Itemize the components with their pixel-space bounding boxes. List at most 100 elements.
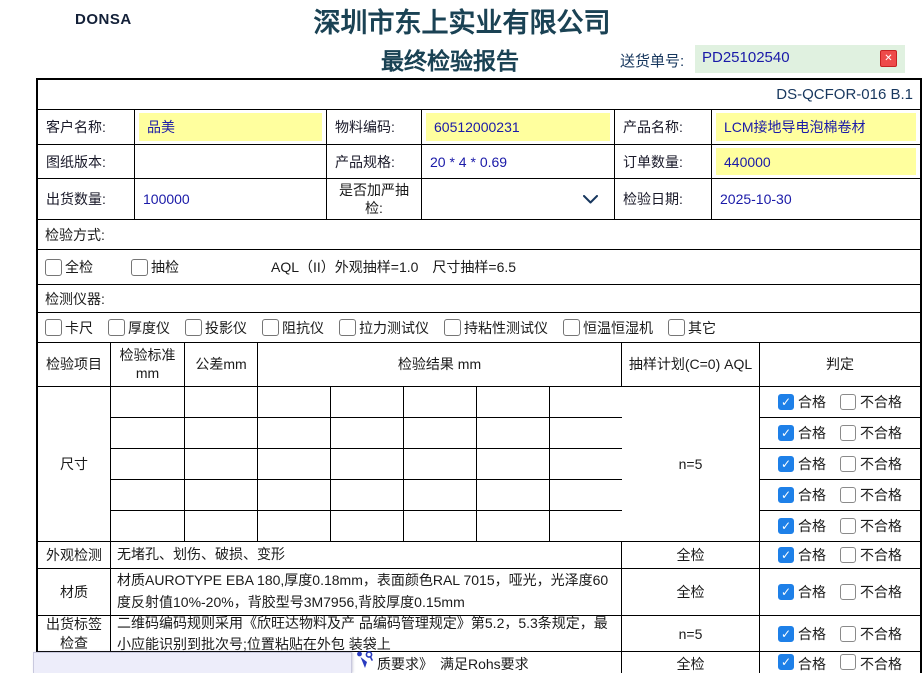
measure-cell[interactable]	[550, 511, 622, 542]
company-name: 深圳市东上实业有限公司	[0, 1, 924, 40]
fail-checkbox[interactable]	[840, 547, 856, 563]
measure-cell[interactable]	[331, 449, 404, 480]
measure-cell[interactable]	[550, 449, 622, 480]
measure-cell[interactable]	[404, 449, 477, 480]
instrument-impedance[interactable]: 阻抗仪	[262, 318, 324, 338]
chevron-down-icon[interactable]	[583, 195, 598, 204]
instrument-other[interactable]: 其它	[668, 318, 716, 338]
measure-cell[interactable]	[185, 511, 258, 542]
thickness-gauge-checkbox[interactable]	[108, 319, 125, 336]
ship-qty-field[interactable]: 100000	[135, 179, 327, 220]
measure-cell[interactable]	[258, 418, 331, 449]
customer-field[interactable]: 品美	[139, 113, 322, 141]
measure-cell[interactable]	[111, 511, 185, 542]
fail-checkbox[interactable]	[840, 626, 856, 642]
measure-cell[interactable]	[477, 387, 550, 418]
pass-checkbox[interactable]: ✓	[778, 654, 794, 670]
pass-checkbox[interactable]: ✓	[778, 547, 794, 563]
pass-label: 合格	[798, 624, 826, 644]
caliper-label: 卡尺	[65, 318, 93, 338]
strict-sampling-label: 是否加严抽检:	[327, 179, 422, 220]
pass-checkbox[interactable]: ✓	[778, 518, 794, 534]
drawing-version-field[interactable]	[135, 145, 327, 179]
pass-checkbox[interactable]: ✓	[778, 584, 794, 600]
fail-checkbox[interactable]	[840, 654, 856, 670]
aql-text: AQL（II）外观抽样=1.0 尺寸抽样=6.5	[271, 257, 516, 277]
fail-checkbox[interactable]	[840, 394, 856, 410]
judgment-row: ✓ 合格 不合格	[760, 652, 920, 673]
measure-cell[interactable]	[477, 449, 550, 480]
measure-cell[interactable]	[404, 511, 477, 542]
humidity-chamber-checkbox[interactable]	[563, 319, 580, 336]
other-checkbox[interactable]	[668, 319, 685, 336]
instrument-caliper[interactable]: 卡尺	[45, 318, 93, 338]
measure-cell[interactable]	[331, 511, 404, 542]
caliper-checkbox[interactable]	[45, 319, 62, 336]
customer-cell: 品美	[135, 110, 327, 145]
measure-cell[interactable]	[550, 480, 622, 511]
measure-cell[interactable]	[331, 418, 404, 449]
tension-tester-checkbox[interactable]	[339, 319, 356, 336]
impedance-checkbox[interactable]	[262, 319, 279, 336]
measure-cell[interactable]	[258, 480, 331, 511]
measure-cell[interactable]	[185, 449, 258, 480]
measure-cell[interactable]	[111, 387, 185, 418]
pass-checkbox[interactable]: ✓	[778, 487, 794, 503]
fail-checkbox[interactable]	[840, 456, 856, 472]
delivery-no-value[interactable]: PD25102540	[702, 49, 790, 66]
measure-cell[interactable]	[404, 418, 477, 449]
order-qty-field[interactable]: 440000	[716, 148, 916, 175]
projector-checkbox[interactable]	[185, 319, 202, 336]
pass-label: 合格	[798, 423, 826, 443]
measure-cell[interactable]	[258, 387, 331, 418]
delivery-no-field[interactable]: PD25102540 ✕	[695, 45, 905, 73]
instrument-tension-tester[interactable]: 拉力测试仪	[339, 318, 429, 338]
pass-checkbox[interactable]: ✓	[778, 456, 794, 472]
measure-cell[interactable]	[185, 418, 258, 449]
measure-cell[interactable]	[477, 418, 550, 449]
full-check-option[interactable]: 全检	[45, 257, 93, 277]
pass-checkbox[interactable]: ✓	[778, 394, 794, 410]
sample-check-checkbox[interactable]	[131, 259, 148, 276]
measure-cell[interactable]	[404, 480, 477, 511]
measure-cell[interactable]	[111, 480, 185, 511]
material-code-field[interactable]: 60512000231	[426, 113, 610, 141]
instrument-humidity-chamber[interactable]: 恒温恒湿机	[563, 318, 653, 338]
fail-checkbox[interactable]	[840, 425, 856, 441]
measure-cell[interactable]	[111, 418, 185, 449]
measure-cell[interactable]	[331, 480, 404, 511]
pass-checkbox[interactable]: ✓	[778, 425, 794, 441]
full-check-checkbox[interactable]	[45, 259, 62, 276]
measure-cell[interactable]	[404, 387, 477, 418]
instruments-checks-row: 卡尺 厚度仪 投影仪 阻抗仪 拉力测试仪 持粘性测试仪	[38, 313, 920, 343]
measure-cell[interactable]	[258, 449, 331, 480]
measure-cell[interactable]	[111, 449, 185, 480]
inspect-date-field[interactable]: 2025-10-30	[712, 179, 920, 220]
measure-cell[interactable]	[185, 480, 258, 511]
measure-cell[interactable]	[331, 387, 404, 418]
product-name-field[interactable]: LCM接地导电泡棉卷材	[716, 113, 916, 141]
instrument-projector[interactable]: 投影仪	[185, 318, 247, 338]
fail-checkbox[interactable]	[840, 584, 856, 600]
measure-cell[interactable]	[258, 511, 331, 542]
measure-cell[interactable]	[550, 418, 622, 449]
order-qty-label: 订单数量:	[615, 145, 712, 179]
instrument-thickness-gauge[interactable]: 厚度仪	[108, 318, 170, 338]
product-spec-field[interactable]: 20 * 4 * 0.69	[422, 145, 615, 179]
projector-label: 投影仪	[205, 318, 247, 338]
pass-checkbox[interactable]: ✓	[778, 626, 794, 642]
measure-cell[interactable]	[550, 387, 622, 418]
pass-label: 合格	[798, 392, 826, 412]
blue-cursor-sparkle-icon[interactable]	[355, 649, 375, 671]
strict-sampling-dropdown[interactable]	[422, 179, 615, 220]
measure-cell[interactable]	[477, 480, 550, 511]
clear-icon[interactable]: ✕	[880, 50, 897, 67]
fail-checkbox[interactable]	[840, 518, 856, 534]
tension-tester-label: 拉力测试仪	[359, 318, 429, 338]
fail-checkbox[interactable]	[840, 487, 856, 503]
adhesion-tester-checkbox[interactable]	[444, 319, 461, 336]
measure-cell[interactable]	[185, 387, 258, 418]
instrument-adhesion-tester[interactable]: 持粘性测试仪	[444, 318, 548, 338]
measure-cell[interactable]	[477, 511, 550, 542]
sample-check-option[interactable]: 抽检	[131, 257, 179, 277]
